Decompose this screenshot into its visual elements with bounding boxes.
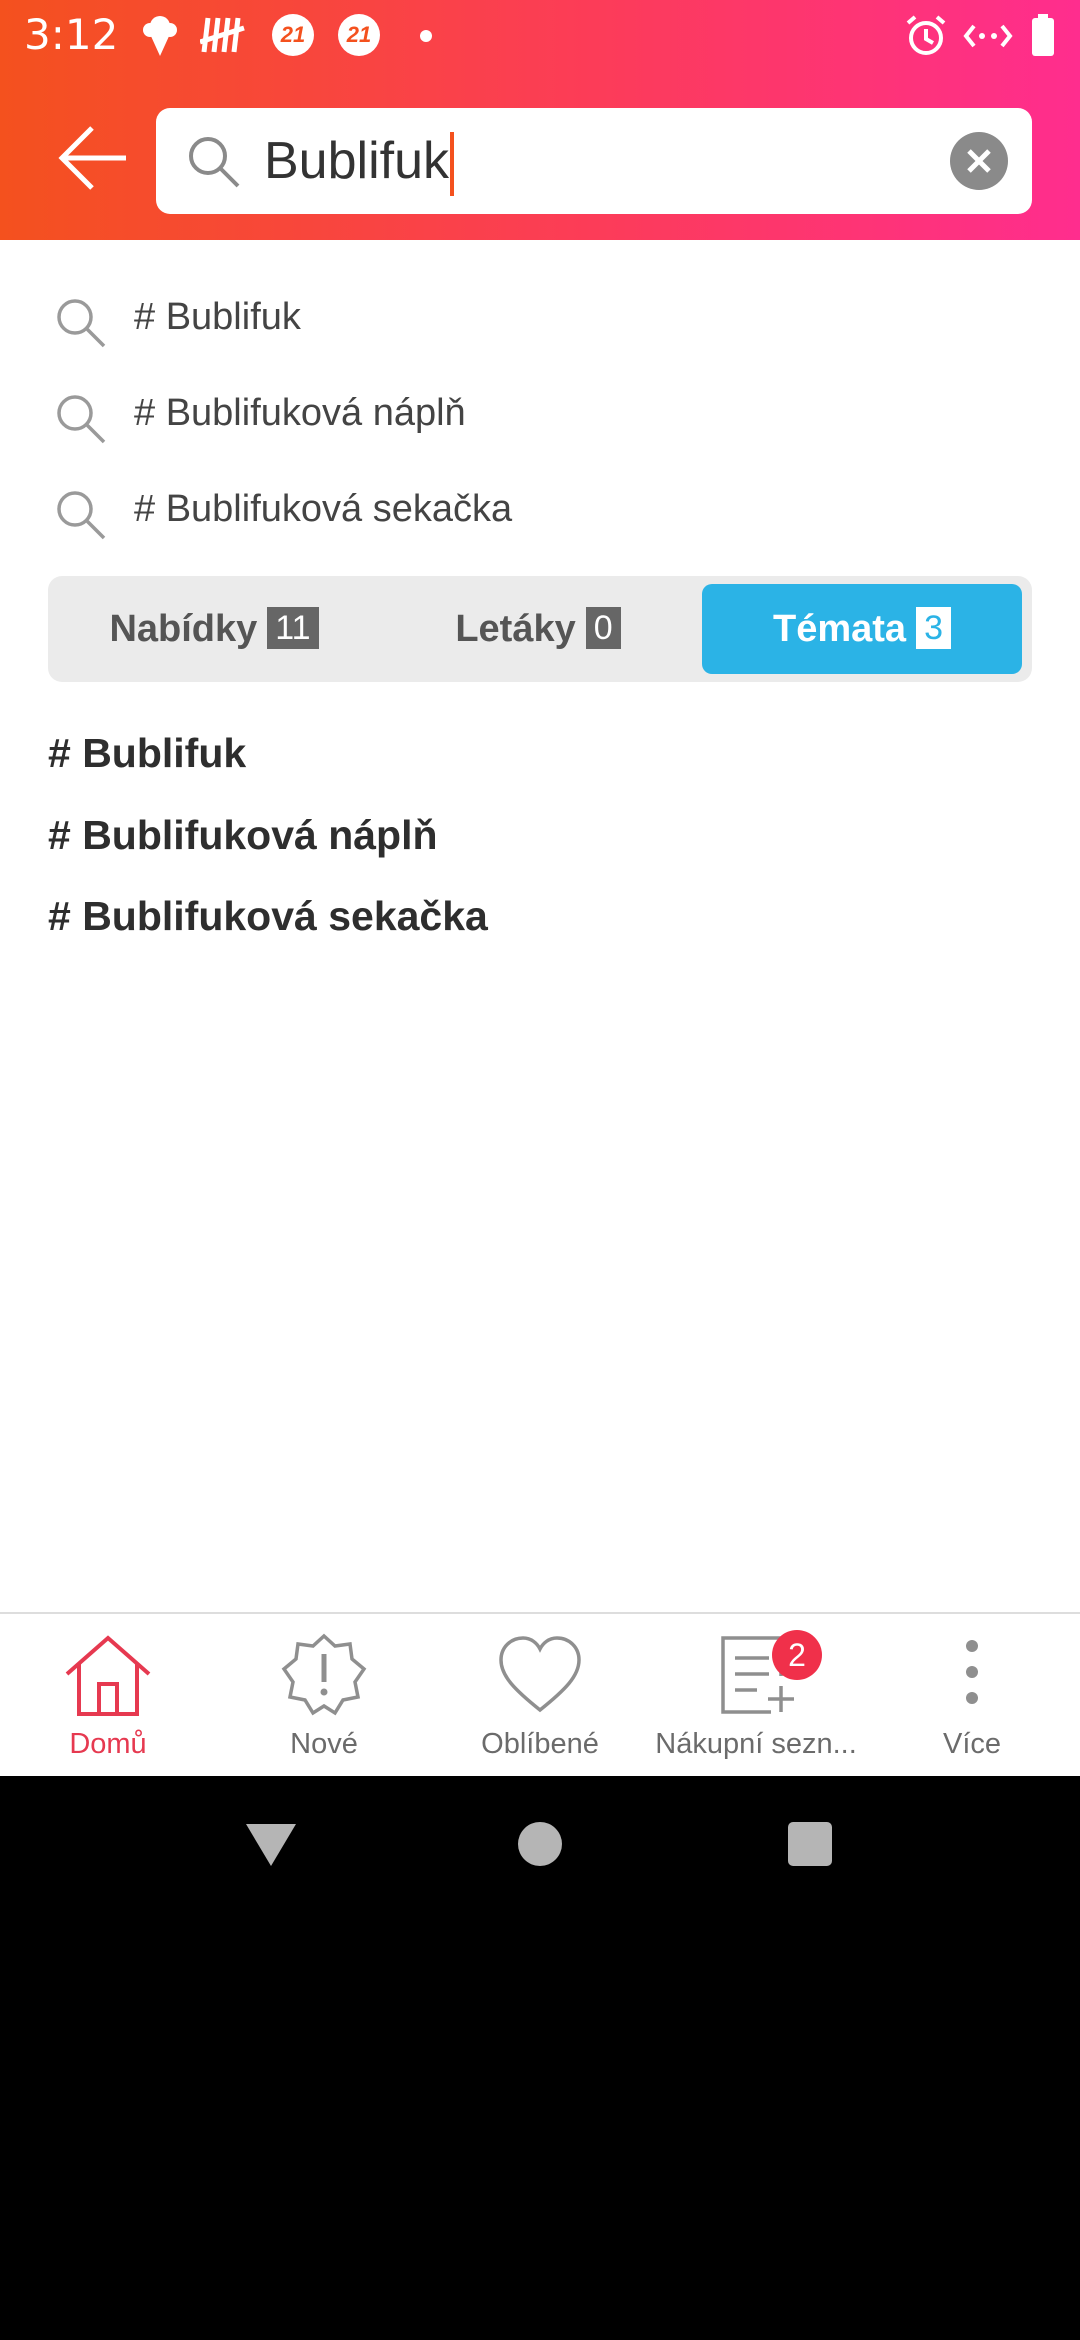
search-icon <box>57 491 106 540</box>
notification-badge-21: 21 <box>272 14 314 56</box>
nav-label: Více <box>942 1728 1002 1760</box>
nav-label: Domů <box>69 1728 147 1760</box>
tab-label: Nabídky <box>109 608 258 650</box>
search-query-text: Bublifuk <box>264 132 449 190</box>
nav-home[interactable]: Domů <box>0 1614 216 1778</box>
suggestion-text: # Bublifuk <box>134 296 301 338</box>
topic-result[interactable]: # Bublifuková sekačka <box>48 893 488 940</box>
close-icon <box>967 149 991 173</box>
search-icon <box>189 137 240 188</box>
system-home-icon[interactable] <box>516 1820 564 1868</box>
system-navigation-bar <box>0 1776 1080 2340</box>
new-badge-icon <box>281 1633 367 1716</box>
tab-count-badge: 0 <box>585 606 621 649</box>
result-type-tabs: Nabídky 11 Letáky 0 Témata 3 <box>48 576 1032 682</box>
app-header: 3:12 21 21 Bublifuk <box>0 0 1080 240</box>
search-icon <box>57 395 106 444</box>
shopping-list-count-badge: 2 <box>772 1630 822 1680</box>
home-icon <box>65 1635 151 1716</box>
system-back-icon[interactable] <box>244 1820 298 1870</box>
search-box[interactable]: Bublifuk <box>156 108 1032 214</box>
suggestion-item[interactable]: # Bublifuková náplň <box>54 384 1034 448</box>
more-vertical-icon <box>966 1640 978 1704</box>
battery-icon <box>1032 14 1054 56</box>
tab-label: Letáky <box>455 608 576 650</box>
system-recents-icon[interactable] <box>786 1820 834 1868</box>
tab-letaky[interactable]: Letáky 0 <box>378 584 698 674</box>
topic-result[interactable]: # Bublifuková náplň <box>48 812 438 859</box>
tally-marks-icon <box>200 17 245 53</box>
tab-count-badge: 3 <box>916 606 951 649</box>
nav-label: Oblíbené <box>481 1728 599 1760</box>
bottom-navigation: Domů Nové Oblíbené 2 Nákupní sezn... Víc… <box>0 1612 1080 1778</box>
tab-nabidky[interactable]: Nabídky 11 <box>54 584 374 674</box>
alarm-icon <box>906 15 946 55</box>
nav-more[interactable]: Více <box>864 1614 1080 1778</box>
topic-result[interactable]: # Bublifuk <box>48 730 246 777</box>
suggestion-text: # Bublifuková sekačka <box>134 488 513 530</box>
suggestion-text: # Bublifuková náplň <box>134 392 466 434</box>
suggestion-item[interactable]: # Bublifuk <box>54 288 1034 352</box>
search-input[interactable]: Bublifuk <box>264 128 454 197</box>
status-time: 3:12 <box>24 10 119 59</box>
heart-icon <box>499 1636 581 1713</box>
tab-temata[interactable]: Témata 3 <box>702 584 1022 674</box>
status-bar: 3:12 21 21 <box>0 0 1080 72</box>
nav-new[interactable]: Nové <box>216 1614 432 1778</box>
suggestion-item[interactable]: # Bublifuková sekačka <box>54 480 1034 544</box>
text-caret <box>450 132 454 197</box>
nav-shopping-list[interactable]: 2 Nákupní sezn... <box>648 1614 864 1778</box>
nav-favorites[interactable]: Oblíbené <box>432 1614 648 1778</box>
notification-badge-21: 21 <box>338 14 380 56</box>
search-icon <box>57 299 106 348</box>
more-notifications-dot <box>420 30 432 42</box>
tab-count-badge: 11 <box>267 606 319 649</box>
data-transfer-icon <box>963 24 1013 48</box>
clear-search-button[interactable] <box>950 132 1008 190</box>
ice-cream-icon <box>143 16 177 56</box>
nav-label: Nové <box>290 1728 358 1760</box>
back-arrow-icon[interactable] <box>56 120 132 196</box>
tab-label: Témata <box>773 608 907 650</box>
nav-label: Nákupní sezn... <box>655 1728 857 1760</box>
